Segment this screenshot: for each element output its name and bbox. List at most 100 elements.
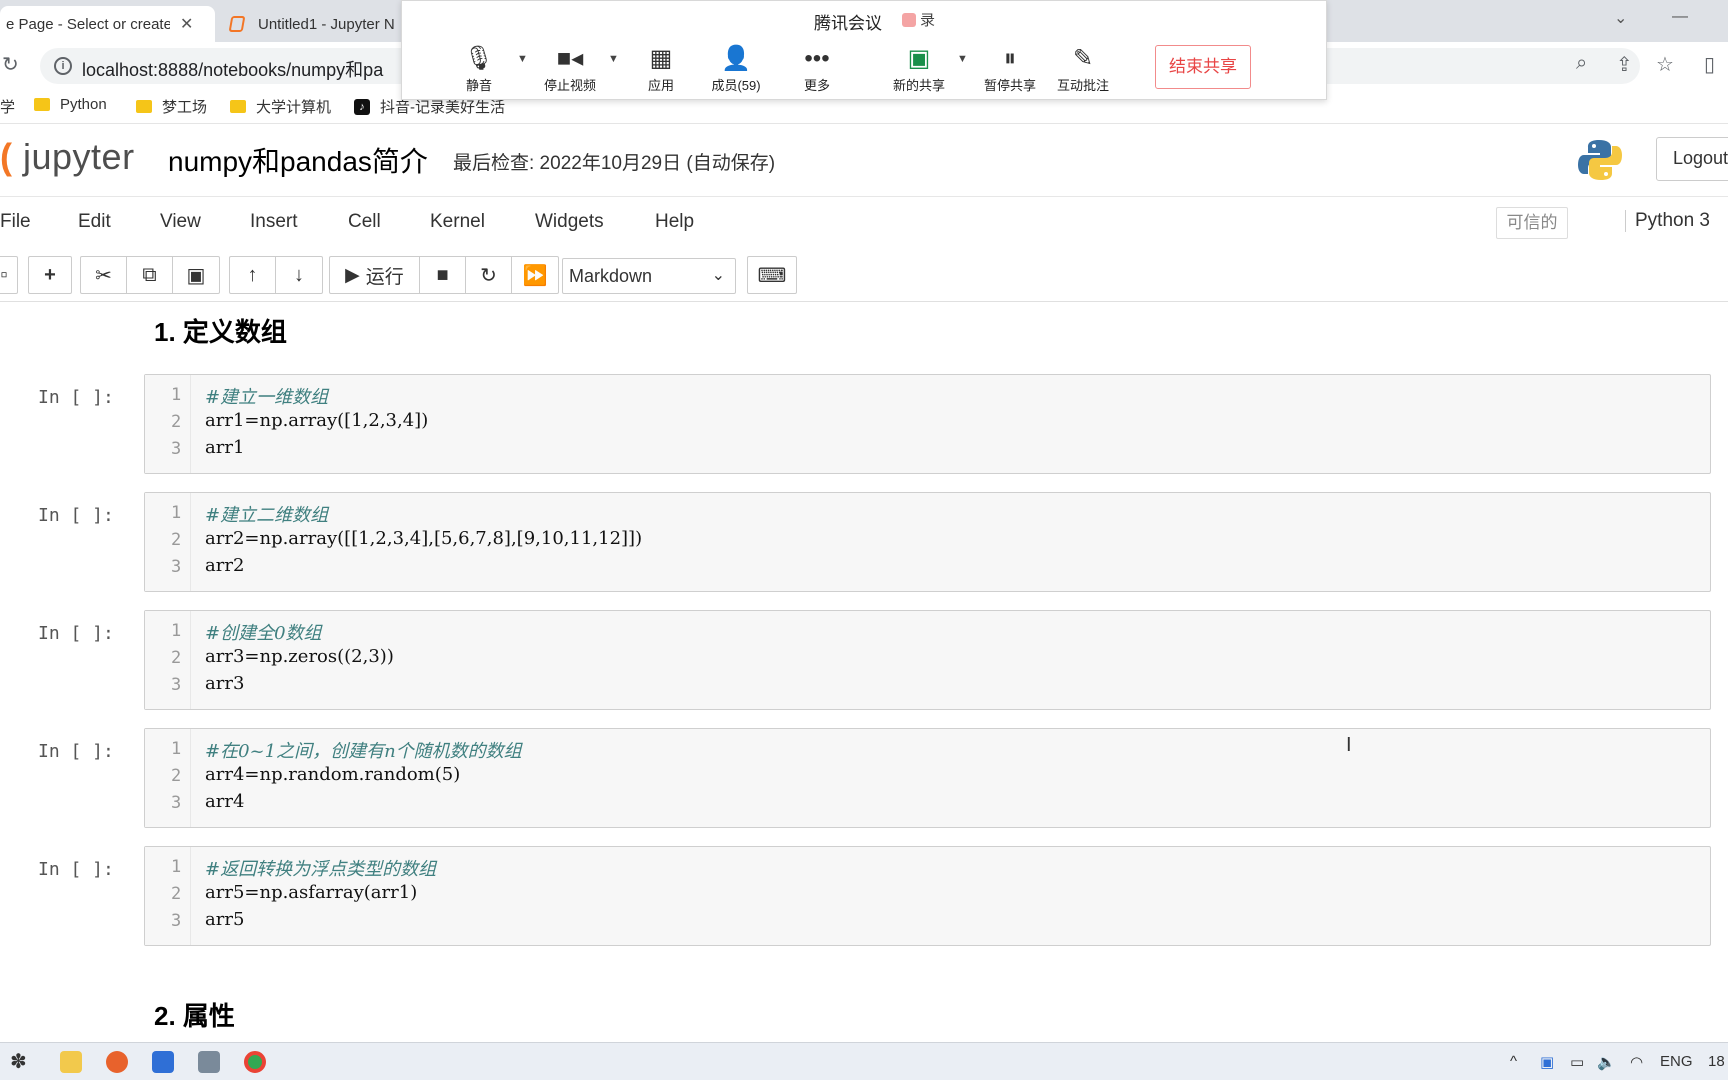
paste-button[interactable]: ▣: [173, 257, 219, 293]
annotate-icon: ✎: [1072, 45, 1094, 72]
line-number: 1: [171, 857, 182, 877]
menu-widgets[interactable]: Widgets: [535, 211, 604, 233]
menu-kernel[interactable]: Kernel: [430, 211, 485, 233]
restart-run-all-button[interactable]: ⏩: [512, 257, 558, 293]
bookmark-mengongchang[interactable]: 梦工场: [136, 96, 207, 117]
menu-edit[interactable]: Edit: [78, 211, 111, 233]
share-icon[interactable]: ⇪: [1616, 52, 1633, 77]
tab-page-select[interactable]: e Page - Select or create a ✕: [0, 6, 215, 42]
copy-button[interactable]: ⧉: [127, 257, 173, 293]
star-icon[interactable]: ☆: [1656, 52, 1674, 77]
caret-down-icon[interactable]: ▼: [957, 53, 968, 65]
wifi-icon[interactable]: ◠: [1630, 1053, 1643, 1071]
code-cell-4[interactable]: 1 2 3 #在0~1之间，创建有n个随机数的数组 arr4=np.random…: [144, 728, 1711, 828]
restart-button[interactable]: ↻: [466, 257, 512, 293]
camera-icon: ■◂: [556, 45, 584, 72]
code-line[interactable]: #创建全0数组: [205, 619, 322, 645]
meeting-tray-icon[interactable]: ▣: [1540, 1053, 1554, 1071]
file-explorer-icon[interactable]: [60, 1051, 82, 1073]
bookmark-item[interactable]: 学: [0, 96, 15, 117]
code-line[interactable]: arr4: [205, 791, 244, 812]
stop-video-button[interactable]: ■◂ 停止视频: [535, 43, 605, 94]
caret-down-icon[interactable]: ▼: [517, 53, 528, 65]
new-share-button[interactable]: ▣ 新的共享: [884, 43, 954, 94]
tab-untitled1[interactable]: Untitled1 - Jupyter N: [226, 6, 406, 42]
code-line[interactable]: arr3: [205, 673, 244, 694]
bookmark-daxue[interactable]: 大学计算机: [230, 96, 331, 117]
code-line[interactable]: arr5=np.asfarray(arr1): [205, 882, 417, 903]
markdown-heading-2[interactable]: 2. 属性: [154, 996, 235, 1033]
trusted-badge[interactable]: 可信的: [1496, 207, 1568, 239]
zoom-icon[interactable]: ⌕: [1576, 52, 1587, 75]
annotate-button[interactable]: ✎ 互动批注: [1048, 43, 1118, 94]
code-cell-5[interactable]: 1 2 3 #返回转换为浮点类型的数组 arr5=np.asfarray(arr…: [144, 846, 1711, 946]
code-line[interactable]: arr1=np.array([1,2,3,4]): [205, 410, 428, 431]
reload-icon[interactable]: ↻: [2, 52, 19, 77]
save-button[interactable]: ▫: [0, 256, 18, 294]
code-line[interactable]: arr2=np.array([[1,2,3,4],[5,6,7,8],[9,10…: [205, 528, 642, 549]
apps-button[interactable]: ▦ 应用: [626, 43, 696, 94]
meeting-app-icon[interactable]: [152, 1051, 174, 1073]
firefox-icon[interactable]: [106, 1051, 128, 1073]
menu-cell[interactable]: Cell: [348, 211, 381, 233]
pause-share-button[interactable]: ⏸ 暂停共享: [975, 43, 1045, 94]
chevron-down-icon[interactable]: ⌄: [1614, 8, 1627, 28]
recording-label: 录: [920, 12, 936, 29]
code-line[interactable]: arr5: [205, 909, 244, 930]
kernel-indicator[interactable]: Python 3: [1625, 210, 1710, 232]
cell-type-select[interactable]: Markdown ⌄: [562, 258, 736, 294]
app-icon[interactable]: [198, 1051, 220, 1073]
menu-help[interactable]: Help: [655, 211, 694, 233]
code-cell-3[interactable]: 1 2 3 #创建全0数组 arr3=np.zeros((2,3)) arr3: [144, 610, 1711, 710]
cut-button[interactable]: ✂: [81, 257, 127, 293]
logout-button[interactable]: Logout: [1656, 137, 1728, 181]
chrome-icon[interactable]: [244, 1051, 266, 1073]
code-cell-1[interactable]: 1 2 3 #建立一维数组 arr1=np.array([1,2,3,4]) a…: [144, 374, 1711, 474]
code-line[interactable]: arr1: [205, 437, 244, 458]
info-icon[interactable]: i: [54, 57, 72, 75]
language-indicator[interactable]: ENG: [1660, 1053, 1693, 1070]
code-line[interactable]: #建立二维数组: [205, 501, 328, 527]
code-cell-2[interactable]: 1 2 3 #建立二维数组 arr2=np.array([[1,2,3,4],[…: [144, 492, 1711, 592]
insert-cell-button[interactable]: +: [28, 256, 72, 294]
menu-view[interactable]: View: [160, 211, 201, 233]
menu-file[interactable]: File: [0, 211, 31, 233]
bookmark-python[interactable]: Python: [34, 96, 107, 113]
url-text[interactable]: localhost:8888/notebooks/numpy和pa: [82, 56, 383, 82]
jupyter-header: ( jupyter numpy和pandas简介 最后检查: 2022年10月2…: [0, 124, 1728, 196]
clock-text[interactable]: 18: [1708, 1053, 1725, 1070]
tool-label: 更多: [803, 78, 830, 93]
command-palette-button[interactable]: ⌨: [747, 256, 797, 294]
close-icon[interactable]: ✕: [180, 14, 193, 34]
run-button-group: ▶ 运行 ■ ↻ ⏩: [329, 256, 559, 294]
recording-badge[interactable]: 录: [902, 9, 935, 30]
sidepanel-icon[interactable]: ▯: [1704, 52, 1715, 77]
members-button[interactable]: 👤 成员(59): [701, 43, 771, 94]
mute-button[interactable]: 🎙 静音: [444, 43, 514, 94]
stop-share-button[interactable]: 结束共享: [1155, 45, 1251, 89]
line-number: 2: [171, 884, 182, 904]
jupyter-logo[interactable]: ( jupyter: [0, 136, 135, 178]
chevron-up-icon[interactable]: ^: [1510, 1053, 1517, 1070]
battery-icon[interactable]: ▭: [1570, 1053, 1584, 1071]
start-icon[interactable]: ✽: [10, 1049, 27, 1074]
code-line[interactable]: #返回转换为浮点类型的数组: [205, 855, 436, 881]
code-line[interactable]: arr2: [205, 555, 244, 576]
code-line[interactable]: #建立一维数组: [205, 383, 328, 409]
volume-icon[interactable]: 🔈: [1597, 1053, 1616, 1071]
menu-insert[interactable]: Insert: [250, 211, 298, 233]
interrupt-button[interactable]: ■: [420, 257, 466, 293]
move-down-button[interactable]: ↓: [276, 257, 322, 293]
tool-label: 成员(59): [711, 78, 761, 93]
run-button[interactable]: ▶ 运行: [330, 257, 420, 293]
notebook-title[interactable]: numpy和pandas简介: [168, 140, 428, 180]
code-line[interactable]: arr4=np.random.random(5): [205, 764, 460, 785]
markdown-heading-1[interactable]: 1. 定义数组: [154, 312, 287, 349]
folder-icon: [136, 100, 152, 113]
code-line[interactable]: #在0~1之间，创建有n个随机数的数组: [205, 737, 522, 763]
minimize-icon[interactable]: —: [1672, 8, 1688, 26]
move-up-button[interactable]: ↑: [230, 257, 276, 293]
caret-down-icon[interactable]: ▼: [608, 53, 619, 65]
code-line[interactable]: arr3=np.zeros((2,3)): [205, 646, 394, 667]
more-button[interactable]: ••• 更多: [782, 43, 852, 94]
